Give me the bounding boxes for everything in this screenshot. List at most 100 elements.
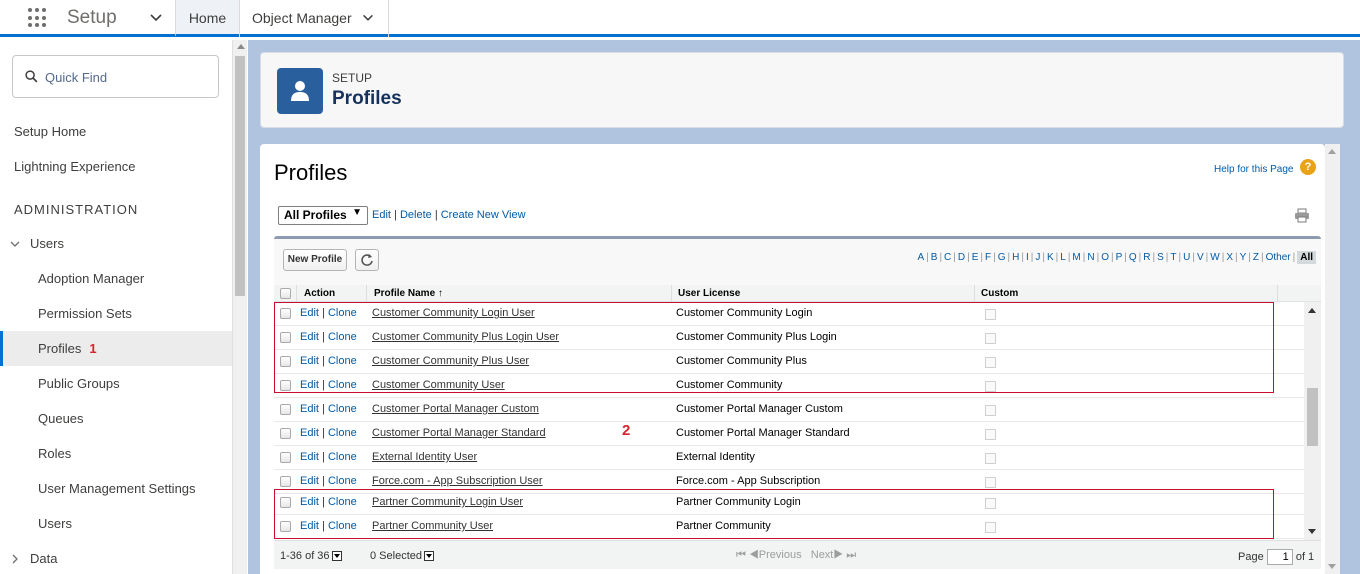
clone-link[interactable]: Clone bbox=[328, 451, 357, 463]
alpha-filter-w[interactable]: W bbox=[1210, 252, 1219, 263]
sidebar-item-public-groups[interactable]: Public Groups bbox=[0, 366, 232, 401]
sidebar-item-queues[interactable]: Queues bbox=[0, 401, 232, 436]
alpha-filter-u[interactable]: U bbox=[1183, 252, 1190, 263]
profile-name-link[interactable]: Customer Portal Manager Custom bbox=[372, 403, 539, 415]
page-number-input[interactable] bbox=[1266, 549, 1293, 565]
first-page-icon[interactable]: ⏮ bbox=[736, 549, 746, 561]
next-icon[interactable]: ▶ bbox=[833, 549, 843, 561]
sidebar-item-roles[interactable]: Roles bbox=[0, 436, 232, 471]
alpha-filter-k[interactable]: K bbox=[1047, 252, 1054, 263]
next-link[interactable]: Next bbox=[811, 549, 834, 561]
clone-link[interactable]: Clone bbox=[328, 475, 357, 487]
quick-find[interactable] bbox=[12, 55, 219, 98]
scroll-down-arrow-icon[interactable] bbox=[1328, 564, 1336, 569]
alpha-filter-b[interactable]: B bbox=[931, 252, 938, 263]
alpha-filter-v[interactable]: V bbox=[1197, 252, 1204, 263]
scrollbar-thumb[interactable] bbox=[235, 56, 245, 296]
chevron-down-icon[interactable] bbox=[148, 9, 164, 25]
help-link[interactable]: Help for this Page bbox=[1214, 164, 1294, 175]
last-page-icon[interactable]: ⏭ bbox=[846, 549, 856, 561]
scrollbar-thumb[interactable] bbox=[1307, 388, 1318, 446]
scroll-down-arrow-icon[interactable] bbox=[1308, 529, 1316, 534]
alpha-filter-t[interactable]: T bbox=[1170, 252, 1176, 263]
alpha-filter-a[interactable]: A bbox=[917, 252, 924, 263]
sidebar-item-adoption-manager[interactable]: Adoption Manager bbox=[0, 261, 232, 296]
edit-link[interactable]: Edit bbox=[300, 451, 319, 463]
delete-view-link[interactable]: Delete bbox=[400, 209, 432, 221]
global-header: Setup Home Object Manager bbox=[0, 0, 1360, 37]
sidebar-item-users[interactable]: Users bbox=[0, 506, 232, 541]
range-dropdown-icon[interactable] bbox=[331, 551, 342, 562]
scroll-up-arrow-icon[interactable] bbox=[1328, 149, 1336, 154]
alpha-filter-q[interactable]: Q bbox=[1129, 252, 1137, 263]
profile-name-link[interactable]: Force.com - App Subscription User bbox=[372, 475, 543, 487]
alpha-filter-h[interactable]: H bbox=[1012, 252, 1019, 263]
alpha-filter-i[interactable]: I bbox=[1026, 252, 1029, 263]
row-checkbox[interactable] bbox=[280, 452, 291, 463]
edit-link[interactable]: Edit bbox=[300, 427, 319, 439]
refresh-button[interactable] bbox=[355, 249, 379, 271]
scroll-up-arrow-icon[interactable] bbox=[237, 44, 245, 49]
alpha-filter-x[interactable]: X bbox=[1226, 252, 1233, 263]
alpha-filter-r[interactable]: R bbox=[1143, 252, 1150, 263]
grid-scrollbar[interactable] bbox=[1304, 302, 1321, 540]
alpha-filter-c[interactable]: C bbox=[944, 252, 951, 263]
alpha-filter-g[interactable]: G bbox=[998, 252, 1006, 263]
sidebar-item-profiles[interactable]: Profiles 1 bbox=[0, 331, 232, 366]
alpha-filter-n[interactable]: N bbox=[1087, 252, 1094, 263]
alpha-separator: | bbox=[1234, 252, 1238, 263]
clone-link[interactable]: Clone bbox=[328, 403, 357, 415]
select-all-checkbox[interactable] bbox=[280, 288, 291, 299]
quick-find-input[interactable] bbox=[45, 66, 210, 88]
app-launcher-icon[interactable] bbox=[28, 8, 48, 28]
sidebar-item-setup-home[interactable]: Setup Home bbox=[0, 114, 232, 149]
edit-link[interactable]: Edit bbox=[300, 475, 319, 487]
alpha-filter-d[interactable]: D bbox=[958, 252, 965, 263]
selected-dropdown-icon[interactable] bbox=[423, 551, 434, 562]
column-user-license[interactable]: User License bbox=[678, 288, 740, 299]
help-icon[interactable]: ? bbox=[1300, 159, 1316, 175]
sidebar-group-users[interactable]: Users bbox=[0, 226, 232, 261]
edit-link[interactable]: Edit bbox=[300, 403, 319, 415]
alpha-filter-all[interactable]: All bbox=[1297, 251, 1316, 264]
new-profile-button[interactable]: New Profile bbox=[283, 249, 347, 271]
view-select[interactable]: All Profiles ▼ bbox=[278, 206, 368, 225]
alpha-filter-o[interactable]: O bbox=[1101, 252, 1109, 263]
previous-link[interactable]: Previous bbox=[759, 549, 802, 561]
record-range[interactable]: 1-36 of 36 bbox=[280, 550, 342, 562]
chevron-down-icon[interactable] bbox=[361, 11, 375, 25]
row-checkbox[interactable] bbox=[280, 404, 291, 415]
alpha-filter-j[interactable]: J bbox=[1035, 252, 1040, 263]
alpha-filter-e[interactable]: E bbox=[972, 252, 979, 263]
sidebar-item-user-management-settings[interactable]: User Management Settings bbox=[0, 471, 232, 506]
alpha-filter-z[interactable]: Z bbox=[1253, 252, 1259, 263]
tab-object-manager[interactable]: Object Manager bbox=[239, 0, 389, 37]
scroll-up-arrow-icon[interactable] bbox=[1308, 308, 1316, 313]
page-header: SETUP Profiles bbox=[260, 52, 1344, 128]
alpha-filter-other[interactable]: Other bbox=[1266, 252, 1291, 263]
column-custom[interactable]: Custom bbox=[981, 288, 1018, 299]
content-scrollbar[interactable] bbox=[1325, 144, 1340, 574]
profile-name-link[interactable]: External Identity User bbox=[372, 451, 477, 463]
alpha-filter-f[interactable]: F bbox=[985, 252, 991, 263]
clone-link[interactable]: Clone bbox=[328, 427, 357, 439]
sidebar-item-permission-sets[interactable]: Permission Sets bbox=[0, 296, 232, 331]
alpha-filter-s[interactable]: S bbox=[1157, 252, 1164, 263]
alpha-filter-m[interactable]: M bbox=[1072, 252, 1080, 263]
column-profile-name[interactable]: Profile Name ↑ bbox=[374, 288, 443, 299]
profile-name-link[interactable]: Customer Portal Manager Standard bbox=[372, 427, 546, 439]
alpha-filter-p[interactable]: P bbox=[1116, 252, 1123, 263]
tab-home[interactable]: Home bbox=[175, 0, 239, 37]
selected-count[interactable]: 0 Selected bbox=[370, 550, 434, 562]
create-new-view-link[interactable]: Create New View bbox=[441, 209, 526, 221]
print-icon[interactable] bbox=[1294, 208, 1310, 223]
alpha-filter-l[interactable]: L bbox=[1060, 252, 1066, 263]
sidebar-scrollbar[interactable] bbox=[232, 40, 247, 574]
edit-view-link[interactable]: Edit bbox=[372, 209, 391, 221]
sidebar-group-data[interactable]: Data bbox=[0, 541, 232, 574]
row-checkbox[interactable] bbox=[280, 428, 291, 439]
alpha-filter-y[interactable]: Y bbox=[1240, 252, 1247, 263]
previous-icon[interactable]: ◀ bbox=[749, 549, 759, 561]
sidebar-item-lightning-experience[interactable]: Lightning Experience bbox=[0, 149, 232, 184]
row-checkbox[interactable] bbox=[280, 476, 291, 487]
